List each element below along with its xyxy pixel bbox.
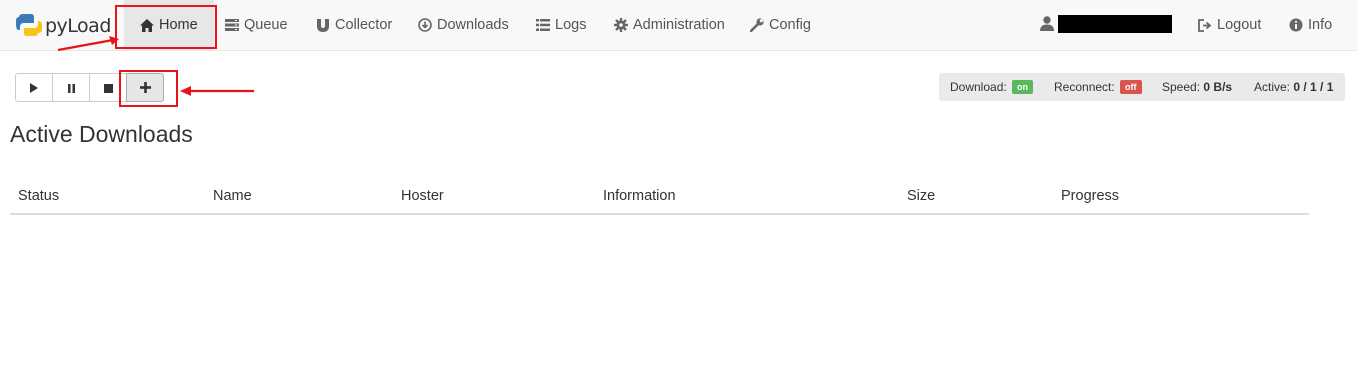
user-icon [1040,16,1054,32]
annotation-box-add [119,70,178,107]
column-header: Information [603,188,676,204]
pyload-logo-icon [16,13,42,40]
column-header: Progress [1061,188,1120,204]
download-status-badge[interactable]: on [1012,80,1034,94]
queue-icon [224,17,240,33]
user-menu[interactable] [1040,15,1172,33]
logout-icon [1197,17,1213,33]
nav-collector-label: Collector [335,17,393,33]
nav-queue[interactable]: Queue [224,0,288,50]
annotation-box-home [115,5,217,49]
speed-value: 0 B/s [1203,80,1233,94]
play-icon [30,80,38,96]
gear-icon [613,17,629,33]
nav-administration[interactable]: Administration [613,0,725,50]
nav-queue-label: Queue [244,17,288,33]
nav-logout-label: Logout [1217,17,1262,33]
nav-logs[interactable]: Logs [535,0,586,50]
download-circle-icon [417,17,433,33]
active-status: Active: 0 / 1 / 1 [1254,80,1333,94]
nav-administration-label: Administration [633,17,725,33]
list-icon [535,17,551,33]
active-label: Active: [1254,80,1291,94]
downloads-table-header: Status Name Hoster Information Size Prog… [10,182,1309,215]
nav-config-label: Config [769,17,811,33]
reconnect-status-label: Reconnect: [1054,80,1115,94]
nav-logs-label: Logs [555,17,587,33]
column-header: Status [18,188,60,204]
status-bar: Download: on Reconnect: off Speed: 0 B/s… [939,73,1345,101]
wrench-icon [749,17,765,33]
stop-icon [103,80,113,96]
column-header: Hoster [401,188,444,204]
download-status-label: Download: [950,80,1007,94]
play-button[interactable] [15,73,53,102]
nav-downloads-label: Downloads [437,17,509,33]
brand-name: pyLoad [45,15,111,37]
nav-logout[interactable]: Logout [1197,0,1261,50]
username-redacted [1058,15,1172,33]
annotation-arrow-add [180,86,254,96]
reconnect-status-badge[interactable]: off [1120,80,1142,94]
nav-collector[interactable]: Collector [315,0,392,50]
nav-info-label: Info [1308,17,1333,33]
column-header: Size [907,188,936,204]
column-header: Name [213,188,252,204]
speed-label: Speed: [1162,80,1201,94]
nav-config[interactable]: Config [749,0,811,50]
nav-info[interactable]: Info [1288,0,1332,50]
reconnect-status: Reconnect: off [1054,80,1142,94]
info-icon [1288,17,1304,33]
annotation-arrow-home [57,36,119,52]
nav-downloads[interactable]: Downloads [417,0,509,50]
pause-button[interactable] [52,73,90,102]
active-value: 0 / 1 / 1 [1293,80,1334,94]
pause-icon [67,80,75,96]
speed-status: Speed: 0 B/s [1162,80,1232,94]
download-status: Download: on [950,80,1034,94]
page-title: Active Downloads [10,121,193,147]
magnet-icon [315,17,331,33]
